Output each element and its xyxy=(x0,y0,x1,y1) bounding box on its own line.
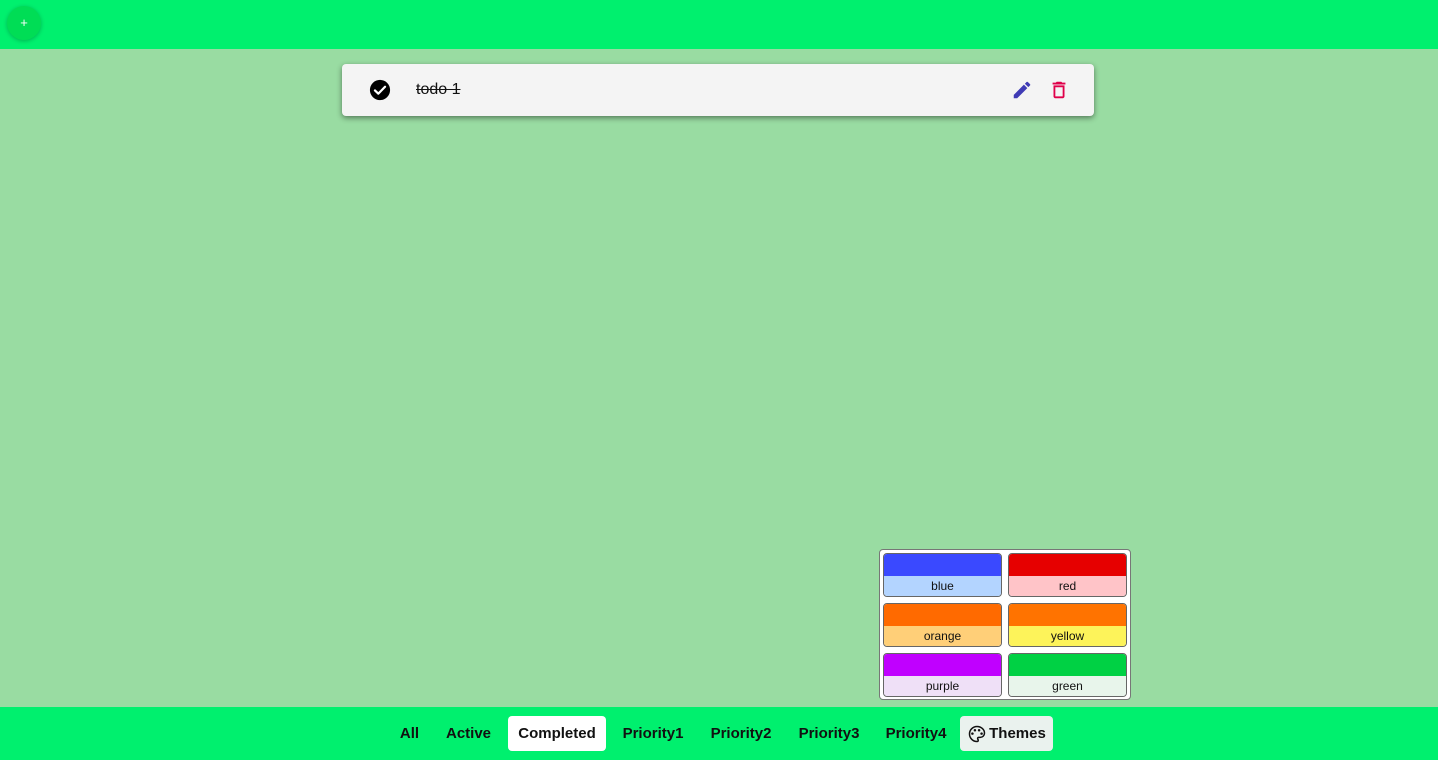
edit-icon[interactable] xyxy=(1011,79,1033,101)
filter-all[interactable]: All xyxy=(392,716,427,751)
themes-label: Themes xyxy=(989,725,1046,742)
check-circle-icon[interactable] xyxy=(369,79,391,101)
theme-swatch-yellow[interactable]: yellow xyxy=(1008,603,1127,647)
top-bar: + xyxy=(0,0,1438,49)
filter-priority2[interactable]: Priority2 xyxy=(703,716,779,751)
swatch-label: yellow xyxy=(1009,626,1126,646)
swatch-label: orange xyxy=(884,626,1001,646)
filter-active[interactable]: Active xyxy=(437,716,500,751)
swatch-label: red xyxy=(1009,576,1126,596)
theme-swatch-red[interactable]: red xyxy=(1008,553,1127,597)
filter-priority4[interactable]: Priority4 xyxy=(878,716,954,751)
palette-icon xyxy=(968,725,986,742)
swatch-primary xyxy=(1009,654,1126,676)
todo-text: todo 1 xyxy=(416,81,461,98)
filter-completed[interactable]: Completed xyxy=(508,716,606,751)
swatch-label: blue xyxy=(884,576,1001,596)
swatch-label: green xyxy=(1009,676,1126,696)
themes-button[interactable]: Themes xyxy=(960,716,1053,751)
filter-priority1[interactable]: Priority1 xyxy=(615,716,691,751)
theme-swatch-green[interactable]: green xyxy=(1008,653,1127,697)
swatch-primary xyxy=(884,654,1001,676)
theme-swatch-blue[interactable]: blue xyxy=(883,553,1002,597)
swatch-primary xyxy=(884,554,1001,576)
delete-icon[interactable] xyxy=(1048,79,1070,101)
swatch-primary xyxy=(1009,604,1126,626)
swatch-label: purple xyxy=(884,676,1001,696)
theme-swatch-orange[interactable]: orange xyxy=(883,603,1002,647)
swatch-primary xyxy=(1009,554,1126,576)
swatch-primary xyxy=(884,604,1001,626)
add-todo-button[interactable]: + xyxy=(7,6,41,40)
theme-swatch-purple[interactable]: purple xyxy=(883,653,1002,697)
filter-priority3[interactable]: Priority3 xyxy=(791,716,867,751)
